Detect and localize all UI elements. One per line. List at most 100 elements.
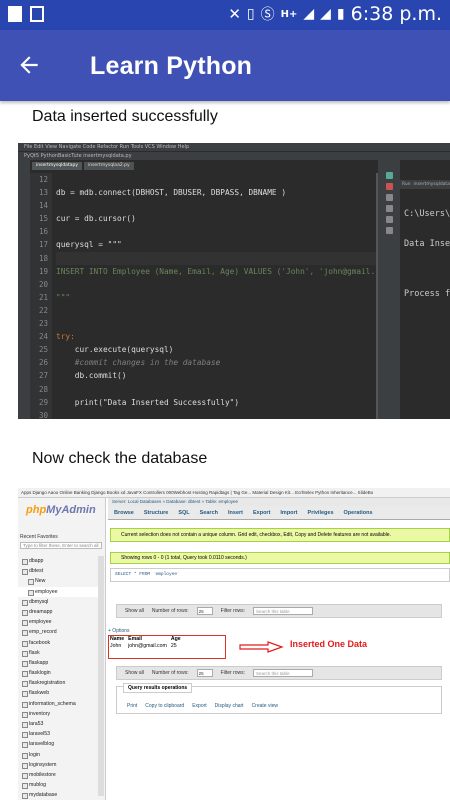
tab-privileges[interactable]: Privileges [308,506,334,519]
arrow-right-icon [239,641,284,653]
status-bar: ✕ ▯ Ⓢ H+ ◢ ◢ ▮ 6:38 p.m. [0,0,450,30]
signal-icon: ◢ [320,6,331,22]
pma-main-panel: Server: Local Databases » Database: dbte… [108,498,450,800]
line-number: 16 [38,227,48,237]
line-number: 19 [38,266,48,276]
line-number: 18 [38,253,48,263]
code-line: print("Data Inserted Successfully") [56,397,240,407]
code-line: try: [56,332,75,342]
database-item[interactable]: employee [18,617,98,627]
line-number: 30 [38,410,48,419]
back-arrow-icon[interactable] [16,52,42,78]
database-item[interactable]: lara53 [18,719,98,729]
filter-rows-input[interactable]: Search this table [253,607,314,615]
code-line: cur.execute(querysql) [56,345,174,355]
options-link[interactable]: + Options [108,628,130,634]
database-item[interactable]: New [18,576,98,586]
database-item[interactable]: mublog [18,780,98,790]
ide-tab[interactable]: insertmysqlaa2.py [83,162,134,170]
qro-link[interactable]: Display chart [215,703,244,709]
database-item[interactable]: dbtest [18,566,98,576]
database-item[interactable]: laravelblog [18,739,98,749]
filter-rows-input[interactable]: Search this table [253,669,314,677]
settings-icon[interactable] [385,205,393,212]
database-item[interactable]: flask [18,648,98,658]
ide-tab[interactable]: insertmysqldatapy [32,162,82,170]
tab-operations[interactable]: Operations [344,506,373,519]
tab-search[interactable]: Search [200,506,218,519]
database-item[interactable]: inventory [18,709,98,719]
line-number: 27 [38,371,48,381]
code-editor[interactable]: db = mdb.connect(DBHOST, DBUSER, DBPASS,… [56,173,385,419]
database-item[interactable]: flaskapp [18,658,98,668]
run-icon[interactable] [385,172,393,179]
line-number: 22 [38,305,48,315]
database-item[interactable]: dbmysql [18,597,98,607]
tab-structure[interactable]: Structure [144,506,168,519]
database-item[interactable]: emp_record [18,627,98,637]
code-line: """ [56,292,71,302]
qro-link[interactable]: Print [127,703,137,709]
ide-breadcrumbs: PyQt5 PythonBasicTute insertmysqldata.py [18,151,450,160]
recent-favorites[interactable]: Recent Favorites [20,534,58,540]
database-item[interactable]: loginsystem [18,760,98,770]
console-line: Data Inserte [404,239,450,249]
console-header: Run insertmysqldata [400,180,450,189]
rows-select[interactable]: 25 [196,669,213,677]
database-tree: dbapp dbtest New employee dbmysql dreamapp emp… [18,556,98,800]
database-item[interactable]: mobilestore [18,770,98,780]
clock: 6:38 p.m. [350,3,442,25]
pin-icon[interactable] [385,216,393,223]
rows-select[interactable]: 25 [196,607,213,615]
rows-label: Number of rows: [151,608,189,614]
rerun-icon[interactable] [385,194,393,201]
sidebar-scrollbar[interactable] [98,556,104,796]
qro-link[interactable]: Export [192,703,206,709]
tab-browse[interactable]: Browse [114,506,134,519]
gallery-icon [30,6,44,22]
database-item[interactable]: dbapp [18,556,98,566]
db-filter-input[interactable]: Type to filter these, Enter to search al… [20,542,102,549]
success-message: Showing rows 0 - 0 (1 total, Query took … [110,552,450,564]
stop-icon[interactable] [385,183,393,190]
run-toolbar [378,160,400,419]
line-number: 26 [38,358,48,368]
rows-navigation-bar: Show all Number of rows: 25 Filter rows:… [116,604,442,618]
show-all-checkbox[interactable]: Show all [125,605,144,617]
line-number: 24 [38,332,48,342]
line-number: 15 [38,214,48,224]
database-item[interactable]: laravel53 [18,729,98,739]
signal-icon: ◢ [303,6,315,22]
database-item[interactable]: information_schema [18,699,98,709]
line-number: 28 [38,384,48,394]
run-console: Run insertmysqldata C:\Users\Par Data In… [400,160,450,419]
database-item[interactable]: employee [18,586,98,597]
pma-breadcrumb[interactable]: Server: Local Databases » Database: dbte… [108,498,450,506]
database-item[interactable]: facebook [18,638,98,648]
database-item[interactable]: flaskregistration [18,678,98,688]
tab-sql[interactable]: SQL [178,506,189,519]
database-item[interactable]: flaskweb [18,688,98,698]
qro-link[interactable]: Create view [252,703,278,709]
app-bar: Learn Python [0,30,450,101]
console-line: Process fini [404,289,450,299]
database-item[interactable]: login [18,750,98,760]
tab-import[interactable]: Import [280,506,297,519]
rows-label: Number of rows: [151,670,189,676]
line-number: 25 [38,345,48,355]
database-item[interactable]: flasklogin [18,668,98,678]
show-all-checkbox[interactable]: Show all [125,667,144,679]
tab-export[interactable]: Export [253,506,270,519]
battery-icon: ▮ [336,6,345,22]
database-item[interactable]: dreamapp [18,607,98,617]
database-item[interactable]: mydatabase [18,790,98,800]
tab-insert[interactable]: Insert [228,506,243,519]
close-icon[interactable] [385,227,393,234]
query-results-operations: Query results operations Print Copy to cl… [116,683,442,714]
qro-link[interactable]: Copy to clipboard [145,703,184,709]
line-number: 20 [38,279,48,289]
line-number-gutter: 1213141516171819202122232425262728293031… [30,173,52,419]
